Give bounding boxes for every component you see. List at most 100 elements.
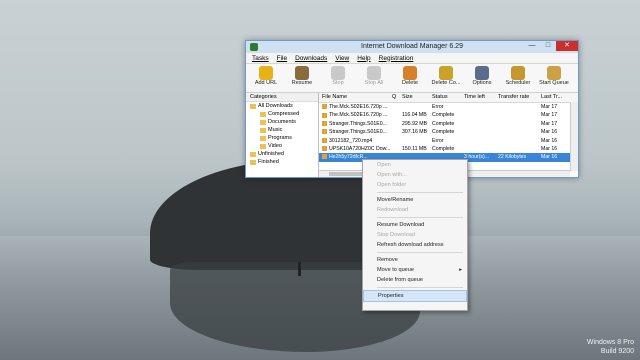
ctx-properties[interactable]: Properties <box>363 290 467 302</box>
cell-q <box>392 111 402 119</box>
toolbar-label: Delete <box>402 80 418 86</box>
start-queue-button[interactable]: Start Queue <box>536 64 572 92</box>
file-name: Stranger.Things.S01E0... <box>329 129 387 136</box>
category-all-downloads[interactable]: All Downloads <box>246 102 318 110</box>
table-row[interactable]: The.Mck.S02E16.720p ... Error Mar 17 <box>319 103 578 111</box>
ctx-move-to-queue[interactable]: Move to queue ▸ <box>363 265 467 275</box>
idm-window: Internet Download Manager 6.29 — □ ✕ Tas… <box>245 40 579 178</box>
category-label: Video <box>268 143 282 149</box>
column-last-tr[interactable]: Last Tr... <box>541 93 571 102</box>
vertical-scrollbar[interactable] <box>570 102 578 171</box>
title-bar[interactable]: Internet Download Manager 6.29 — □ ✕ <box>246 41 578 53</box>
category-video[interactable]: Video <box>246 142 318 150</box>
table-row[interactable]: Stranger.Things.S01E0... 307.16 MB Complet… <box>319 128 578 136</box>
cell-time: 3 hour(s)... <box>464 154 490 161</box>
column-status[interactable]: Status <box>432 93 464 102</box>
category-finished[interactable]: Finished <box>246 158 318 166</box>
toolbar: Add URL Resume Stop Stop All Delete Delete Co… <box>246 64 578 93</box>
table-row[interactable]: The.Mck.S02E16.720p ... 116.04 MB Complete… <box>319 111 578 119</box>
category-compressed[interactable]: Compressed <box>246 110 318 118</box>
cell-size: 295.92 MB <box>402 120 428 127</box>
ctx-label: Open <box>377 162 391 168</box>
scheduler-button[interactable]: Scheduler <box>500 64 536 92</box>
folder-icon <box>260 135 266 141</box>
column-file-name[interactable]: File Name <box>319 93 392 102</box>
menu-bar: Tasks File Downloads View Help Registration <box>246 53 578 64</box>
close-button[interactable]: ✕ <box>556 41 578 51</box>
toolbar-label: Delete Co... <box>431 80 461 86</box>
menu-tasks[interactable]: Tasks <box>252 55 269 62</box>
minimize-button[interactable]: — <box>524 41 540 51</box>
ctx-open[interactable]: Open <box>363 160 467 170</box>
cell-size: 307.16 MB <box>402 129 428 136</box>
delete-button[interactable]: Delete <box>392 64 428 92</box>
column-transfer-rate[interactable]: Transfer rate <box>498 93 541 102</box>
resume-button[interactable]: Resume <box>284 64 320 92</box>
cell-q <box>392 120 402 128</box>
stop-all-button[interactable]: Stop All <box>356 64 392 92</box>
cell-name: UPSK10A720HZ0C Dow... <box>319 145 392 153</box>
window-controls: — □ ✕ <box>524 41 578 51</box>
ctx-stop-download[interactable]: Stop Download <box>363 230 467 240</box>
category-label: Compressed <box>268 111 300 117</box>
options-button[interactable]: Options <box>464 64 500 92</box>
menu-separator <box>377 287 463 288</box>
cell-status: Complete <box>432 120 455 127</box>
cell-rate <box>498 111 541 119</box>
categories-panel: Categories All Downloads Compressed Docume… <box>246 93 319 177</box>
menu-file[interactable]: File <box>277 55 287 62</box>
cell-time <box>464 145 498 153</box>
watermark-build: Build 9200 <box>600 348 634 355</box>
file-name: 3012182_720.mp4 <box>329 137 373 144</box>
cell-last: Mar 17 <box>541 120 558 127</box>
menu-view[interactable]: View <box>335 55 349 62</box>
table-row[interactable]: Stranger.Things.S01E0... 295.92 MB Complet… <box>319 120 578 128</box>
cell-last: Mar 16 <box>541 129 558 136</box>
resume-icon <box>295 66 309 80</box>
add-url-button[interactable]: Add URL <box>248 64 284 92</box>
delete-completed-button[interactable]: Delete Co... <box>428 64 464 92</box>
column-size[interactable]: Size <box>402 93 432 102</box>
ctx-refresh-download-address[interactable]: Refresh download address <box>363 240 467 250</box>
category-documents[interactable]: Documents <box>246 118 318 126</box>
watermark-edition: Windows 8 Pro <box>586 339 634 346</box>
folder-icon <box>260 111 266 117</box>
ctx-redownload[interactable]: Redownload <box>363 205 467 215</box>
ctx-open-folder[interactable]: Open folder <box>363 180 467 190</box>
column-time-left[interactable]: Time left <box>464 93 498 102</box>
ctx-remove[interactable]: Remove <box>363 255 467 265</box>
category-label: All Downloads <box>258 103 293 109</box>
stop-button[interactable]: Stop <box>320 64 356 92</box>
toolbar-label: Start Queue <box>539 80 569 86</box>
cell-size: 116.04 MB <box>402 112 427 119</box>
menu-registration[interactable]: Registration <box>379 55 414 62</box>
table-row[interactable]: UPSK10A720HZ0C Dow... 150.11 MB Complete Ma… <box>319 145 578 153</box>
cell-q <box>392 103 402 111</box>
ctx-delete-from-queue[interactable]: Delete from queue <box>363 275 467 285</box>
table-row[interactable]: 3012182_720.mp4 Error Mar 16 <box>319 137 578 145</box>
ctx-label: Open with... <box>377 172 407 178</box>
menu-downloads[interactable]: Downloads <box>295 55 327 62</box>
options-icon <box>475 66 489 80</box>
maximize-button[interactable]: □ <box>540 41 556 51</box>
cell-rate <box>498 120 541 128</box>
ctx-label: Remove <box>377 257 398 263</box>
file-name: The.Mck.S02E16.720p ... <box>329 112 388 119</box>
toolbar-label: Scheduler <box>505 80 531 86</box>
column-q[interactable]: Q <box>392 93 402 102</box>
cell-status: Error <box>432 104 444 110</box>
ctx-resume-download[interactable]: Resume Download <box>363 220 467 230</box>
category-programs[interactable]: Programs <box>246 134 318 142</box>
ctx-label: Delete from queue <box>377 277 424 283</box>
menu-separator <box>377 252 463 253</box>
ctx-open-with[interactable]: Open with... <box>363 170 467 180</box>
ctx-move-rename[interactable]: Move/Rename <box>363 195 467 205</box>
categories-header: Categories <box>246 93 318 102</box>
ctx-label: Refresh download address <box>377 242 444 248</box>
menu-help[interactable]: Help <box>357 55 370 62</box>
cell-rate <box>498 103 541 111</box>
ctx-label: Resume Download <box>377 222 425 228</box>
category-music[interactable]: Music <box>246 126 318 134</box>
category-unfinished[interactable]: Unfinished <box>246 150 318 158</box>
delete-completed-icon <box>439 66 453 80</box>
